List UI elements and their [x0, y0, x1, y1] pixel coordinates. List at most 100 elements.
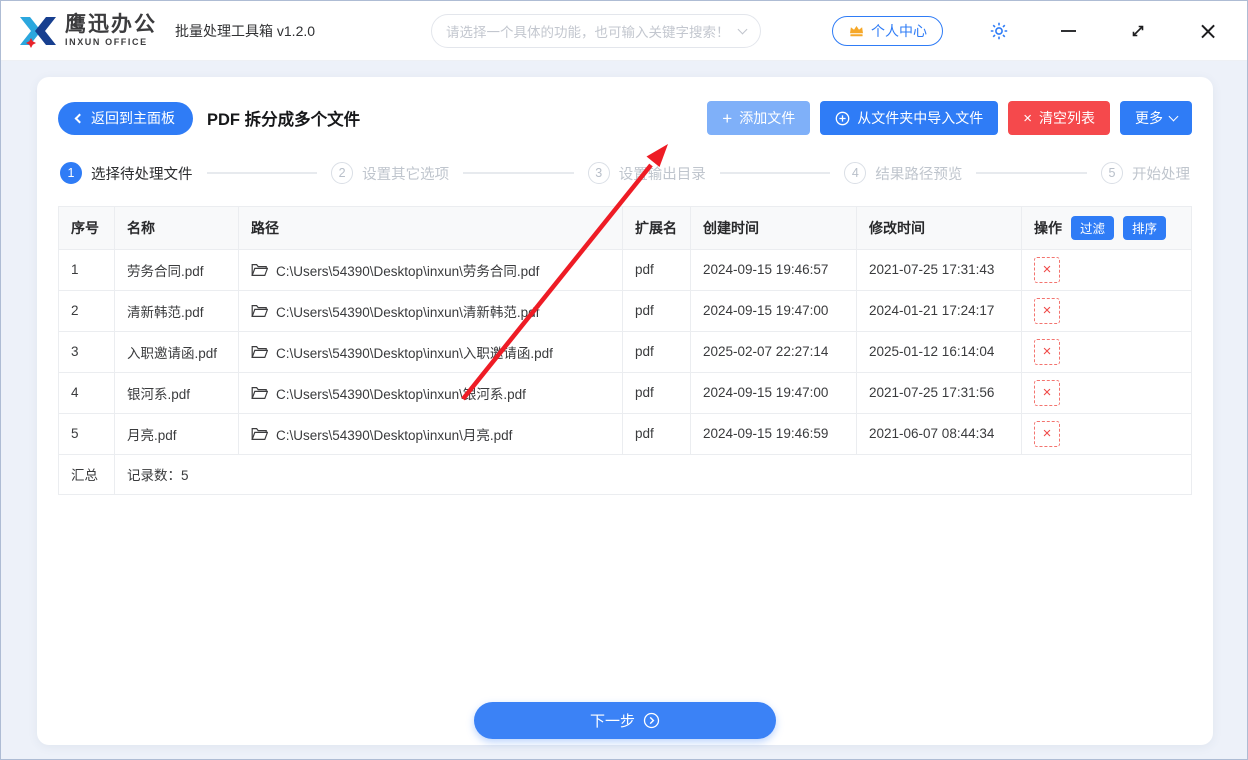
import-from-folder-button[interactable]: 从文件夹中导入文件	[820, 101, 999, 135]
brand-x-icon	[20, 16, 56, 48]
delete-row-button[interactable]: ×	[1034, 256, 1060, 283]
table-row: 4 银河系.pdf C:\Users\54390\Desktop\inxun\银…	[58, 372, 1191, 414]
delete-x-icon: ×	[1042, 261, 1052, 278]
folder-icon	[251, 345, 268, 358]
file-table: 序号 名称 路径 扩展名 创建时间 修改时间 操作 过滤 排序 1 劳务合同.p…	[58, 206, 1192, 495]
cell-operation: ×	[1021, 249, 1191, 291]
folder-icon	[251, 386, 268, 399]
folder-icon	[251, 304, 268, 317]
sort-button[interactable]: 排序	[1123, 215, 1167, 240]
summary-label: 汇总	[58, 454, 115, 494]
step-connector	[463, 172, 574, 174]
clear-x-icon: ×	[1023, 109, 1032, 127]
col-header-operation: 操作 过滤 排序	[1021, 207, 1191, 250]
table-row: 5 月亮.pdf C:\Users\54390\Desktop\inxun\月亮…	[58, 413, 1191, 455]
table-row: 1 劳务合同.pdf C:\Users\54390\Desktop\inxun\…	[58, 249, 1191, 291]
step-number: 2	[331, 162, 354, 184]
function-select[interactable]: 请选择一个具体的功能，也可输入关键字搜索！	[431, 14, 761, 48]
clear-list-button[interactable]: × 清空列表	[1008, 101, 1110, 135]
col-header-created: 创建时间	[690, 207, 857, 250]
step-number: 1	[60, 162, 82, 184]
step-label: 设置其它选项	[362, 166, 450, 183]
cell-modified: 2025-01-12 16:14:04	[856, 331, 1022, 373]
page-title: PDF 拆分成多个文件	[207, 111, 361, 129]
cell-operation: ×	[1021, 413, 1191, 455]
cell-name: 劳务合同.pdf	[114, 249, 239, 291]
user-center-button[interactable]: 个人中心	[832, 15, 943, 46]
cell-ext: pdf	[622, 331, 691, 373]
plus-icon: +	[722, 108, 733, 128]
clear-list-label: 清空列表	[1039, 110, 1095, 126]
toolbar: 返回到主面板 PDF 拆分成多个文件 + 添加文件 从文件夹中导入文件 × 清空…	[58, 101, 1192, 135]
delete-x-icon: ×	[1042, 302, 1052, 319]
cell-name: 清新韩范.pdf	[114, 290, 239, 332]
table-header-row: 序号 名称 路径 扩展名 创建时间 修改时间 操作 过滤 排序	[58, 207, 1191, 250]
delete-row-button[interactable]: ×	[1034, 420, 1060, 447]
delete-row-button[interactable]: ×	[1034, 297, 1060, 324]
minimize-button[interactable]	[1057, 20, 1079, 42]
cell-created: 2025-02-07 22:27:14	[690, 331, 857, 373]
step-item: 1 选择待处理文件	[60, 162, 193, 184]
chevron-left-icon	[74, 113, 85, 123]
step-label: 设置输出目录	[618, 166, 706, 183]
step-label: 结果路径预览	[875, 166, 963, 183]
cell-path: C:\Users\54390\Desktop\inxun\劳务合同.pdf	[238, 249, 623, 291]
app-window: 鹰迅办公 INXUN OFFICE 批量处理工具箱 v1.2.0 请选择一个具体…	[0, 0, 1248, 760]
folder-icon	[251, 263, 268, 276]
cell-created: 2024-09-15 19:47:00	[690, 290, 857, 332]
settings-button[interactable]	[989, 21, 1009, 41]
col-header-modified: 修改时间	[856, 207, 1022, 250]
operation-label: 操作	[1034, 219, 1062, 236]
cell-operation: ×	[1021, 331, 1191, 373]
cell-operation: ×	[1021, 372, 1191, 414]
step-connector	[719, 172, 831, 174]
delete-x-icon: ×	[1042, 425, 1052, 442]
cell-path: C:\Users\54390\Desktop\inxun\入职邀请函.pdf	[238, 331, 623, 373]
add-files-button[interactable]: + 添加文件	[707, 101, 811, 135]
chevron-down-icon	[1168, 111, 1179, 122]
cell-no: 4	[58, 372, 115, 414]
brand-name: 鹰迅办公	[65, 13, 157, 36]
cell-created: 2024-09-15 19:46:59	[690, 413, 857, 455]
title-bar: 鹰迅办公 INXUN OFFICE 批量处理工具箱 v1.2.0 请选择一个具体…	[1, 1, 1247, 61]
step-connector	[206, 172, 318, 174]
close-button[interactable]: ×	[1197, 16, 1219, 45]
cell-created: 2024-09-15 19:46:57	[690, 249, 857, 291]
brand-subtitle: INXUN OFFICE	[65, 37, 148, 47]
resize-button[interactable]	[1127, 20, 1149, 42]
minimize-icon	[1060, 29, 1076, 32]
filter-button[interactable]: 过滤	[1071, 215, 1115, 240]
delete-row-button[interactable]: ×	[1034, 379, 1060, 406]
step-number: 5	[1101, 162, 1123, 184]
cell-name: 银河系.pdf	[114, 372, 239, 414]
cell-name: 入职邀请函.pdf	[114, 331, 239, 373]
next-step-button[interactable]: 下一步	[474, 702, 776, 739]
step-label: 开始处理	[1132, 166, 1190, 183]
more-button[interactable]: 更多	[1120, 101, 1192, 135]
import-folder-label: 从文件夹中导入文件	[857, 110, 984, 126]
col-header-name: 名称	[114, 207, 239, 250]
next-step-label: 下一步	[589, 713, 635, 730]
delete-x-icon: ×	[1042, 343, 1052, 360]
table-row: 2 清新韩范.pdf C:\Users\54390\Desktop\inxun\…	[58, 290, 1191, 332]
cell-modified: 2021-06-07 08:44:34	[856, 413, 1022, 455]
circle-arrow-right-icon	[643, 712, 660, 729]
main-panel: 返回到主面板 PDF 拆分成多个文件 + 添加文件 从文件夹中导入文件 × 清空…	[37, 77, 1213, 745]
step-connector	[976, 172, 1087, 174]
more-label: 更多	[1135, 110, 1163, 126]
step-item: 5 开始处理	[1101, 162, 1190, 184]
cell-ext: pdf	[622, 290, 691, 332]
resize-icon	[1132, 25, 1144, 36]
back-to-dashboard-button[interactable]: 返回到主面板	[58, 101, 193, 135]
chevron-down-icon	[737, 24, 748, 35]
cell-ext: pdf	[622, 249, 691, 291]
cell-path: C:\Users\54390\Desktop\inxun\银河系.pdf	[238, 372, 623, 414]
cell-no: 1	[58, 249, 115, 291]
circle-plus-icon	[835, 111, 850, 125]
cell-no: 3	[58, 331, 115, 373]
add-files-label: 添加文件	[739, 110, 796, 126]
close-icon: ×	[1197, 16, 1219, 45]
delete-row-button[interactable]: ×	[1034, 338, 1060, 365]
cell-name: 月亮.pdf	[114, 413, 239, 455]
back-button-label: 返回到主面板	[91, 110, 175, 126]
